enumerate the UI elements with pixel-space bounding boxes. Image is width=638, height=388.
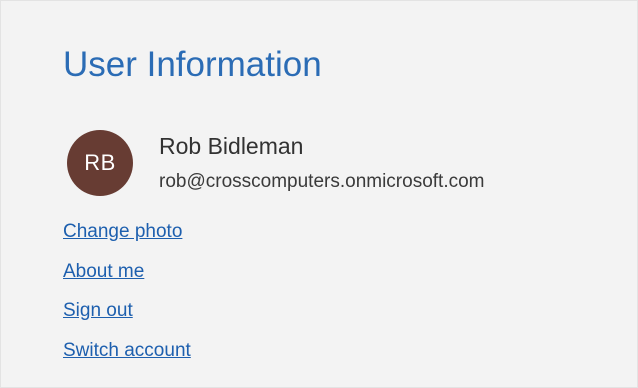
- avatar-initials: RB: [84, 150, 116, 175]
- user-name: Rob Bidleman: [159, 133, 304, 159]
- account-link-item: About me: [63, 257, 191, 287]
- account-link-item: Change photo: [63, 217, 191, 247]
- sign-out-link[interactable]: Sign out: [63, 300, 133, 321]
- user-email: rob@crosscomputers.onmicrosoft.com: [159, 171, 485, 192]
- account-link-item: Switch account: [63, 336, 191, 366]
- account-link-item: Sign out: [63, 296, 191, 326]
- switch-account-link[interactable]: Switch account: [63, 340, 191, 361]
- user-information-panel: User Information RB Rob Bidleman rob@cro…: [0, 0, 638, 388]
- panel-title: User Information: [63, 45, 322, 84]
- about-me-link[interactable]: About me: [63, 261, 144, 282]
- avatar: RB: [67, 130, 133, 196]
- account-links: Change photo About me Sign out Switch ac…: [63, 217, 191, 375]
- change-photo-link[interactable]: Change photo: [63, 221, 182, 242]
